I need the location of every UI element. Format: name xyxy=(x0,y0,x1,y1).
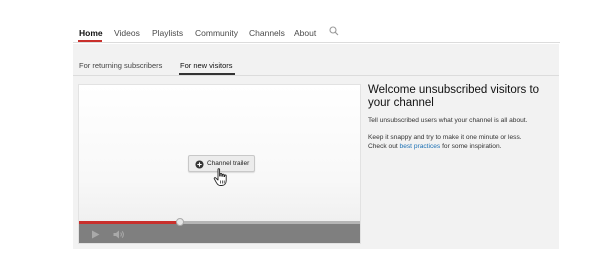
tab-returning-subscribers[interactable]: For returning subscribers xyxy=(79,61,162,70)
channel-trailer-label: Channel trailer xyxy=(207,160,250,167)
progress-scrubber[interactable] xyxy=(176,218,185,226)
channel-nav: Home Videos Playlists Community Channels… xyxy=(73,20,560,43)
channel-page: Home Videos Playlists Community Channels… xyxy=(0,0,600,276)
tip-line: Keep it snappy and try to make it one mi… xyxy=(368,133,522,141)
nav-tab-channels[interactable]: Channels xyxy=(249,28,285,38)
trailer-info-title: Welcome unsubscribed visitors to your ch… xyxy=(368,84,540,109)
progress-bar[interactable] xyxy=(79,218,360,226)
tip-suffix: for some inspiration. xyxy=(442,143,502,150)
progress-fill xyxy=(79,221,181,224)
trailer-info: Welcome unsubscribed visitors to your ch… xyxy=(368,84,553,152)
nav-tab-community[interactable]: Community xyxy=(195,28,238,38)
nav-tab-videos[interactable]: Videos xyxy=(114,28,140,38)
nav-tab-home[interactable]: Home xyxy=(79,28,103,38)
video-player[interactable]: Channel trailer xyxy=(78,84,361,244)
volume-icon[interactable] xyxy=(113,230,125,239)
subtabs-divider xyxy=(73,75,559,76)
active-tab-indicator xyxy=(78,40,102,42)
active-subtab-indicator xyxy=(179,73,235,75)
search-icon[interactable] xyxy=(329,26,339,36)
nav-tab-playlists[interactable]: Playlists xyxy=(152,28,183,38)
nav-tab-about[interactable]: About xyxy=(294,28,316,38)
hand-cursor-icon xyxy=(213,168,227,186)
best-practices-link[interactable]: best practices xyxy=(400,143,441,150)
description-line-1: Tell unsubscribed users what your channe… xyxy=(368,117,528,124)
tip-prefix: Check out xyxy=(368,143,398,150)
tab-new-visitors[interactable]: For new visitors xyxy=(180,61,233,70)
trailer-info-description: Tell unsubscribed users what your channe… xyxy=(368,116,553,126)
featured-video-panel: For returning subscribers For new visito… xyxy=(73,44,559,249)
play-icon[interactable] xyxy=(91,230,100,239)
player-controls xyxy=(79,218,360,243)
plus-circle-icon xyxy=(195,159,204,169)
trailer-info-tips: Keep it snappy and try to make it one mi… xyxy=(368,133,553,152)
audience-tabs: For returning subscribers For new visito… xyxy=(73,56,559,76)
